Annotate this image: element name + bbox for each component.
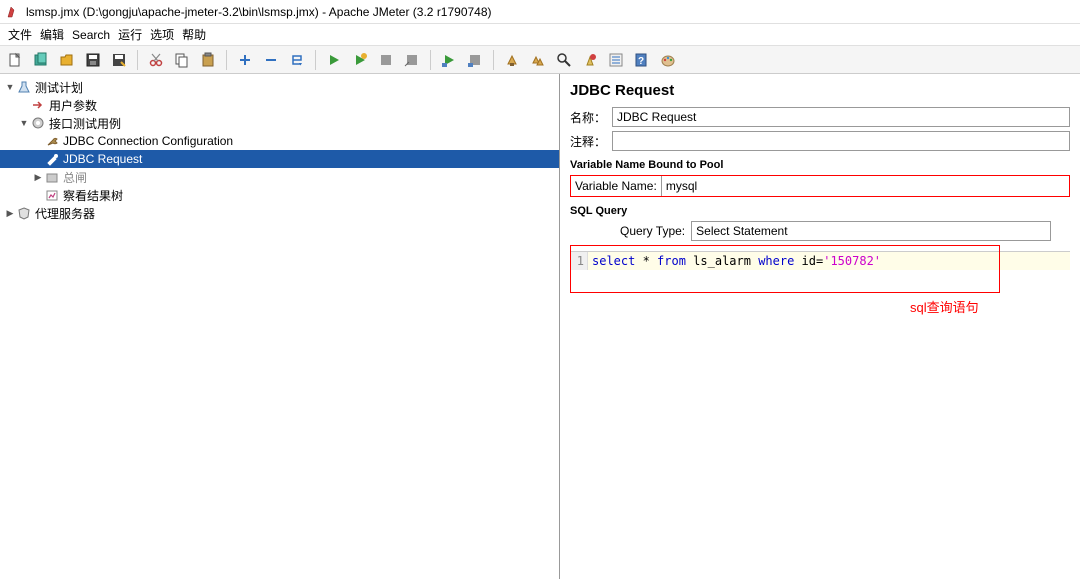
separator (226, 50, 227, 70)
line-gutter: 1 (570, 252, 588, 270)
varname-row: Variable Name: (570, 175, 1070, 197)
tree-proxy[interactable]: ▶ 代理服务器 (0, 204, 559, 222)
expand-toggle-icon[interactable]: ▼ (18, 118, 30, 128)
tree-label: 测试计划 (35, 79, 83, 96)
sql-editor-wrap: 1 select * from ls_alarm where id='15078… (570, 251, 1070, 270)
tree-test-plan[interactable]: ▼ 测试计划 (0, 78, 559, 96)
start-no-pause-icon[interactable] (349, 49, 371, 71)
start-icon[interactable] (323, 49, 345, 71)
palette-icon[interactable] (657, 49, 679, 71)
expand-toggle-icon[interactable]: ▶ (4, 208, 16, 219)
save-as-icon[interactable] (108, 49, 130, 71)
open-icon[interactable] (56, 49, 78, 71)
reset-search-icon[interactable] (579, 49, 601, 71)
templates-icon[interactable] (30, 49, 52, 71)
titlebar: lsmsp.jmx (D:\gongju\apache-jmeter-3.2\b… (0, 0, 1080, 24)
menu-edit[interactable]: 编辑 (40, 26, 64, 43)
gear-icon (30, 115, 46, 131)
window-title: lsmsp.jmx (D:\gongju\apache-jmeter-3.2\b… (26, 5, 492, 19)
varname-input[interactable] (661, 176, 1069, 196)
name-row: 名称： (570, 107, 1070, 127)
varpool-title: Variable Name Bound to Pool (570, 159, 1070, 171)
tree-label: 用户参数 (49, 97, 97, 114)
menu-options[interactable]: 选项 (150, 26, 174, 43)
tree-zongzha[interactable]: ▶ 总闸 (0, 168, 559, 186)
dropper-icon (44, 151, 60, 167)
sqlquery-title: SQL Query (570, 205, 1070, 217)
remote-stop-icon[interactable] (464, 49, 486, 71)
search-icon[interactable] (553, 49, 575, 71)
svg-text:?: ? (638, 56, 644, 67)
tree-label: 察看结果树 (63, 187, 123, 204)
function-helper-icon[interactable] (605, 49, 627, 71)
separator (430, 50, 431, 70)
app-icon (6, 5, 20, 19)
clear-icon[interactable] (501, 49, 523, 71)
expand-toggle-icon[interactable]: ▼ (4, 82, 16, 92)
comment-input[interactable] (612, 131, 1070, 151)
menu-run[interactable]: 运行 (118, 26, 142, 43)
panel-title: JDBC Request (570, 82, 1070, 99)
separator (493, 50, 494, 70)
beaker-icon (16, 79, 32, 95)
tree-jdbc-conn[interactable]: JDBC Connection Configuration (0, 132, 559, 150)
tree-view-results[interactable]: 察看结果树 (0, 186, 559, 204)
collapse-icon[interactable] (260, 49, 282, 71)
help-icon[interactable]: ? (631, 49, 653, 71)
tree-test-cases[interactable]: ▼ 接口测试用例 (0, 114, 559, 132)
remote-start-icon[interactable] (438, 49, 460, 71)
comment-row: 注释： (570, 131, 1070, 151)
tree-label: 接口测试用例 (49, 115, 121, 132)
wrench-icon (44, 133, 60, 149)
annotation-text: sql查询语句 (910, 297, 979, 316)
separator (315, 50, 316, 70)
varname-label: Variable Name: (571, 179, 661, 193)
new-file-icon[interactable] (4, 49, 26, 71)
tree-label: JDBC Connection Configuration (63, 134, 233, 148)
tree-user-params[interactable]: 用户参数 (0, 96, 559, 114)
shutdown-icon[interactable] (401, 49, 423, 71)
stop-icon[interactable] (375, 49, 397, 71)
querytype-input[interactable] (691, 221, 1051, 241)
toggle-icon[interactable] (286, 49, 308, 71)
querytype-row: Query Type: (570, 221, 1070, 241)
paste-icon[interactable] (197, 49, 219, 71)
folder-icon (44, 169, 60, 185)
menu-file[interactable]: 文件 (8, 26, 32, 43)
save-icon[interactable] (82, 49, 104, 71)
sql-editor[interactable]: 1 select * from ls_alarm where id='15078… (570, 251, 1070, 270)
tree-panel: ▼ 测试计划 用户参数 ▼ 接口测试用例 JDBC Connection Con… (0, 74, 560, 579)
copy-icon[interactable] (171, 49, 193, 71)
expand-icon[interactable] (234, 49, 256, 71)
querytype-label: Query Type: (620, 224, 685, 238)
shield-icon (16, 205, 32, 221)
cut-icon[interactable] (145, 49, 167, 71)
tree-label: 总闸 (63, 169, 87, 186)
toolbar: ? (0, 46, 1080, 74)
results-icon (44, 187, 60, 203)
menu-help[interactable]: 帮助 (182, 26, 206, 43)
tree-label: 代理服务器 (35, 205, 95, 222)
separator (137, 50, 138, 70)
content-area: ▼ 测试计划 用户参数 ▼ 接口测试用例 JDBC Connection Con… (0, 74, 1080, 579)
sql-code[interactable]: select * from ls_alarm where id='150782' (588, 252, 1070, 270)
right-panel: JDBC Request 名称： 注释： Variable Name Bound… (560, 74, 1080, 579)
name-label: 名称： (570, 109, 606, 126)
expand-toggle-icon[interactable]: ▶ (32, 172, 44, 183)
clear-all-icon[interactable] (527, 49, 549, 71)
tree-label: JDBC Request (63, 152, 142, 166)
menubar: 文件 编辑 Search 运行 选项 帮助 (0, 24, 1080, 46)
comment-label: 注释： (570, 133, 606, 150)
menu-search[interactable]: Search (72, 28, 110, 42)
arrow-icon (30, 97, 46, 113)
tree-jdbc-request[interactable]: JDBC Request (0, 150, 559, 168)
name-input[interactable] (612, 107, 1070, 127)
